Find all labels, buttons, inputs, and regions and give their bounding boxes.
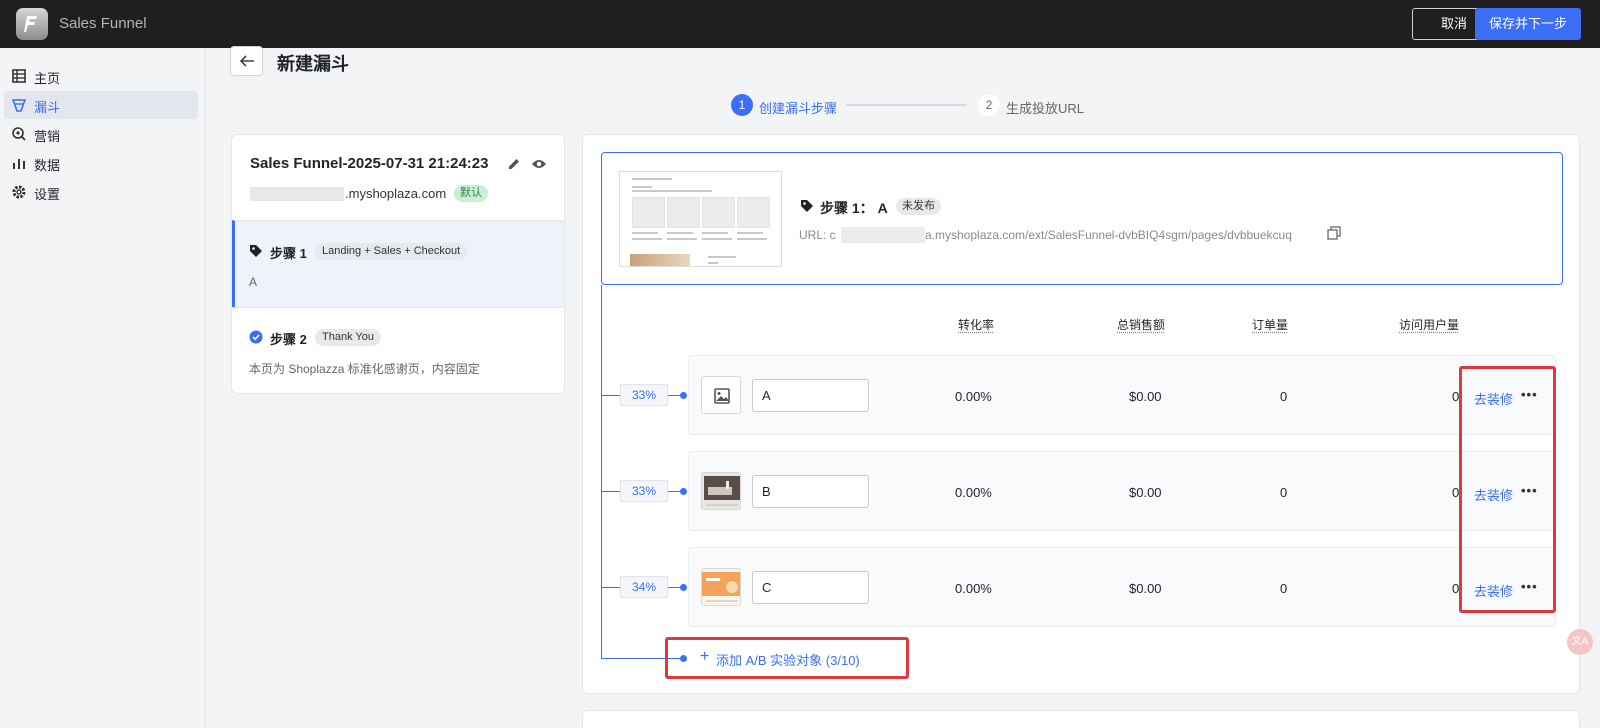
step-desc: A <box>249 275 258 289</box>
marketing-icon <box>12 127 26 141</box>
table-icon <box>12 69 26 83</box>
variant-name-input[interactable]: C <box>752 571 869 604</box>
check-circle-icon <box>249 330 263 344</box>
stepper-step-1-number: 1 <box>731 94 753 116</box>
pencil-icon[interactable] <box>507 157 521 171</box>
back-button[interactable] <box>230 46 263 76</box>
copy-icon[interactable] <box>1327 226 1341 240</box>
sales-cell: $0.00 <box>1129 389 1162 404</box>
sidebar-item-label: 漏斗 <box>34 100 61 115</box>
status-badge: 未发布 <box>896 198 941 215</box>
default-badge: 默认 <box>454 185 488 202</box>
tree-dot <box>680 392 687 399</box>
funnel-domain: .myshoplaza.com <box>345 186 447 201</box>
conversion-cell: 0.00% <box>955 389 992 404</box>
sales-cell: $0.00 <box>1129 581 1162 596</box>
sidebar: 主页 漏斗 营销 数据 设置 <box>0 48 206 728</box>
stepper-step-2-label[interactable]: 生成投放URL <box>1006 98 1084 117</box>
stepper-step-2-number: 2 <box>978 94 1000 116</box>
page-thumbnail[interactable] <box>619 171 782 267</box>
sidebar-item-label: 设置 <box>34 187 61 202</box>
funnel-step-1[interactable]: 步骤 1 Landing + Sales + Checkout A <box>232 220 564 307</box>
variant-thumbnail[interactable] <box>701 376 741 414</box>
sidebar-item-label: 营销 <box>34 129 61 144</box>
column-header-conversion: 转化率 <box>958 318 995 332</box>
variant-thumbnail[interactable] <box>701 472 741 510</box>
domain-redacted <box>250 187 344 201</box>
orders-cell: 0 <box>1280 389 1288 404</box>
image-placeholder-icon <box>714 388 730 404</box>
sidebar-item-funnel[interactable]: 漏斗 <box>4 91 198 119</box>
highlight-actions <box>1459 366 1556 613</box>
sidebar-item-label: 主页 <box>34 71 61 86</box>
step-title: 步骤 1 <box>270 246 307 261</box>
traffic-split[interactable]: 33% <box>620 480 668 502</box>
sales-cell: $0.00 <box>1129 485 1162 500</box>
variant-name-input[interactable]: B <box>752 475 869 508</box>
tree-dot <box>680 488 687 495</box>
next-section-card <box>582 710 1580 728</box>
sidebar-item-marketing[interactable]: 营销 <box>4 120 198 148</box>
save-next-button[interactable]: 保存并下一步 <box>1475 8 1581 40</box>
column-header-sales: 总销售额 <box>1117 318 1166 332</box>
orders-cell: 0 <box>1280 485 1288 500</box>
top-bar: Sales Funnel 取消 保存并下一步 <box>0 0 1600 48</box>
translate-icon[interactable]: 文A <box>1567 629 1593 655</box>
step-type-badge: Landing + Sales + Checkout <box>315 243 468 260</box>
variant-thumbnail[interactable] <box>701 568 741 606</box>
tree-line <box>601 285 602 658</box>
column-header-visitors: 访问用户量 <box>1399 318 1460 332</box>
variant-name-input[interactable]: A <box>752 379 869 412</box>
tag-icon <box>801 200 813 212</box>
url-redacted <box>841 227 925 243</box>
conversion-cell: 0.00% <box>955 581 992 596</box>
step-type-badge: Thank You <box>315 329 381 346</box>
highlight-add-variant <box>665 637 909 679</box>
step-title: 步骤 2 <box>270 332 307 347</box>
tag-icon <box>250 245 262 257</box>
sidebar-item-settings[interactable]: 设置 <box>4 178 198 206</box>
funnel-steps-card: Sales Funnel-2025-07-31 21:24:23 .myshop… <box>231 134 565 394</box>
chart-icon <box>13 159 25 169</box>
step-desc: 本页为 Shoplazza 标准化感谢页，内容固定 <box>249 362 480 376</box>
tree-dot <box>680 584 687 591</box>
page-preview-image <box>702 473 740 509</box>
app-logo <box>16 8 48 40</box>
sidebar-item-home[interactable]: 主页 <box>4 62 198 90</box>
page-step-title: 步骤 1： A <box>820 200 888 216</box>
gear-icon <box>12 185 26 199</box>
orders-cell: 0 <box>1280 581 1288 596</box>
funnel-name: Sales Funnel-2025-07-31 21:24:23 <box>250 155 489 172</box>
conversion-cell: 0.00% <box>955 485 992 500</box>
arrow-left-icon <box>239 55 254 67</box>
page-url: a.myshoplaza.com/ext/SalesFunnel-dvbBIQ4… <box>925 228 1292 242</box>
app-title: Sales Funnel <box>59 15 147 32</box>
stepper-connector <box>846 104 967 106</box>
column-header-orders: 订单量 <box>1252 318 1289 332</box>
funnel-step-2[interactable]: 步骤 2 Thank You 本页为 Shoplazza 标准化感谢页，内容固定 <box>232 307 564 393</box>
eye-icon[interactable] <box>531 157 547 171</box>
sidebar-item-label: 数据 <box>34 158 61 173</box>
page-preview-image <box>702 569 740 605</box>
page-title: 新建漏斗 <box>277 54 349 74</box>
funnel-icon <box>11 99 27 112</box>
traffic-split[interactable]: 34% <box>620 576 668 598</box>
stepper-step-1-label[interactable]: 创建漏斗步骤 <box>759 98 837 117</box>
sidebar-item-data[interactable]: 数据 <box>4 149 198 177</box>
traffic-split[interactable]: 33% <box>620 384 668 406</box>
url-label: URL: c <box>799 228 836 242</box>
